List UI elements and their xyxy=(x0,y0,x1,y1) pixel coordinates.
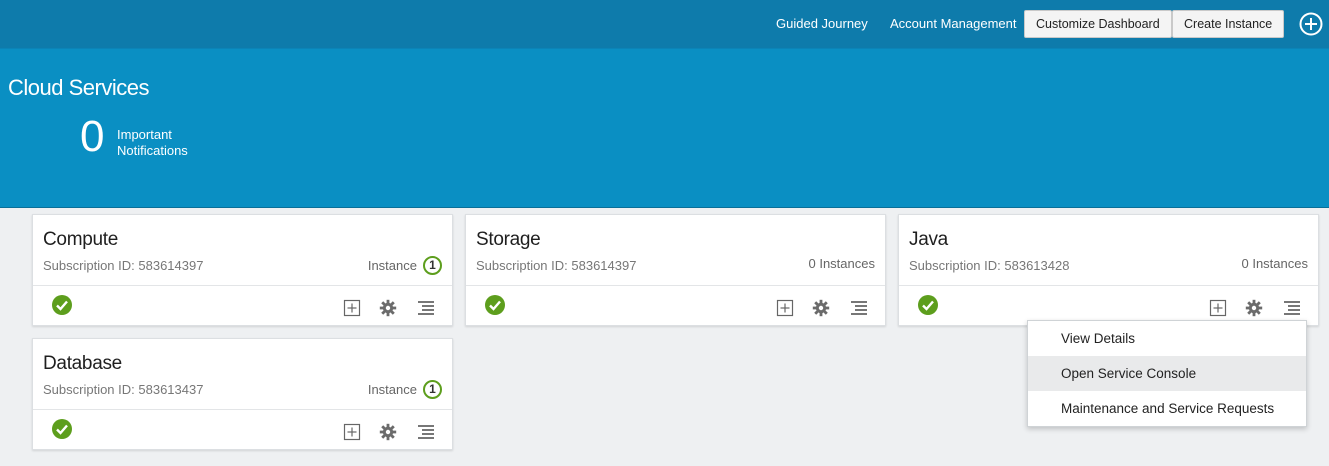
notification-label-line1: Important xyxy=(117,127,172,142)
instance-count-label: 0 Instances xyxy=(1241,256,1309,271)
page-title: Cloud Services xyxy=(8,75,149,100)
menu-item-maintenance[interactable]: Maintenance and Service Requests xyxy=(1028,391,1306,426)
list-menu-icon[interactable] xyxy=(1283,299,1301,317)
service-card-database: Database Subscription ID: 583613437 Inst… xyxy=(32,338,453,450)
notification-count[interactable]: 0 xyxy=(80,113,104,161)
instance-count: Instance 1 xyxy=(368,380,442,399)
card-divider xyxy=(33,409,452,410)
account-management-link[interactable]: Account Management xyxy=(890,16,1016,31)
gear-icon[interactable] xyxy=(379,423,397,441)
check-circle-icon xyxy=(485,295,505,315)
instance-count: 0 Instances xyxy=(809,256,876,271)
top-bar: Guided Journey Account Management Custom… xyxy=(0,0,1329,48)
gear-icon[interactable] xyxy=(812,299,830,317)
instance-count-badge[interactable]: 1 xyxy=(423,380,442,399)
add-square-icon[interactable] xyxy=(1209,299,1227,317)
service-card-java: Java Subscription ID: 583613428 0 Instan… xyxy=(898,214,1319,326)
create-instance-button[interactable]: Create Instance xyxy=(1172,10,1285,38)
service-card-compute: Compute Subscription ID: 583614397 Insta… xyxy=(32,214,453,326)
instance-count-badge[interactable]: 1 xyxy=(423,256,442,275)
list-menu-icon[interactable] xyxy=(417,299,435,317)
instance-count: 0 Instances xyxy=(1242,256,1309,271)
check-circle-icon xyxy=(918,295,938,315)
notification-label[interactable]: Important Notifications xyxy=(117,127,188,159)
list-menu-icon[interactable] xyxy=(850,299,868,317)
instance-count: Instance 1 xyxy=(368,256,442,275)
card-title[interactable]: Database xyxy=(43,353,122,375)
hero-banner: Cloud Services 0 Important Notifications xyxy=(0,48,1329,208)
instance-count-label: Instance xyxy=(367,258,417,273)
subscription-id: Subscription ID: 583613437 xyxy=(43,382,204,397)
gear-icon[interactable] xyxy=(1245,299,1263,317)
service-card-storage: Storage Subscription ID: 583614397 0 Ins… xyxy=(465,214,886,326)
subscription-id: Subscription ID: 583614397 xyxy=(43,258,204,273)
instance-count-label: 0 Instances xyxy=(808,256,876,271)
add-square-icon[interactable] xyxy=(776,299,794,317)
guided-journey-link[interactable]: Guided Journey xyxy=(776,16,868,31)
notification-label-line2: Notifications xyxy=(117,143,188,158)
menu-item-open-service-console[interactable]: Open Service Console xyxy=(1028,356,1306,391)
menu-item-view-details[interactable]: View Details xyxy=(1028,321,1306,356)
add-square-icon[interactable] xyxy=(343,299,361,317)
check-circle-icon xyxy=(52,419,72,439)
add-square-icon[interactable] xyxy=(343,423,361,441)
service-context-menu: View Details Open Service Console Mainte… xyxy=(1027,320,1307,427)
list-menu-icon[interactable] xyxy=(417,423,435,441)
gear-icon[interactable] xyxy=(379,299,397,317)
check-circle-icon xyxy=(52,295,72,315)
card-divider xyxy=(33,285,452,286)
card-divider xyxy=(466,285,885,286)
customize-dashboard-button[interactable]: Customize Dashboard xyxy=(1024,10,1172,38)
card-title[interactable]: Compute xyxy=(43,229,118,251)
subscription-id: Subscription ID: 583614397 xyxy=(476,258,637,273)
card-divider xyxy=(899,285,1318,286)
card-title[interactable]: Java xyxy=(909,229,948,251)
plus-circle-icon[interactable] xyxy=(1299,12,1323,36)
subscription-id: Subscription ID: 583613428 xyxy=(909,258,1070,273)
card-title[interactable]: Storage xyxy=(476,229,541,251)
instance-count-label: Instance xyxy=(367,382,417,397)
